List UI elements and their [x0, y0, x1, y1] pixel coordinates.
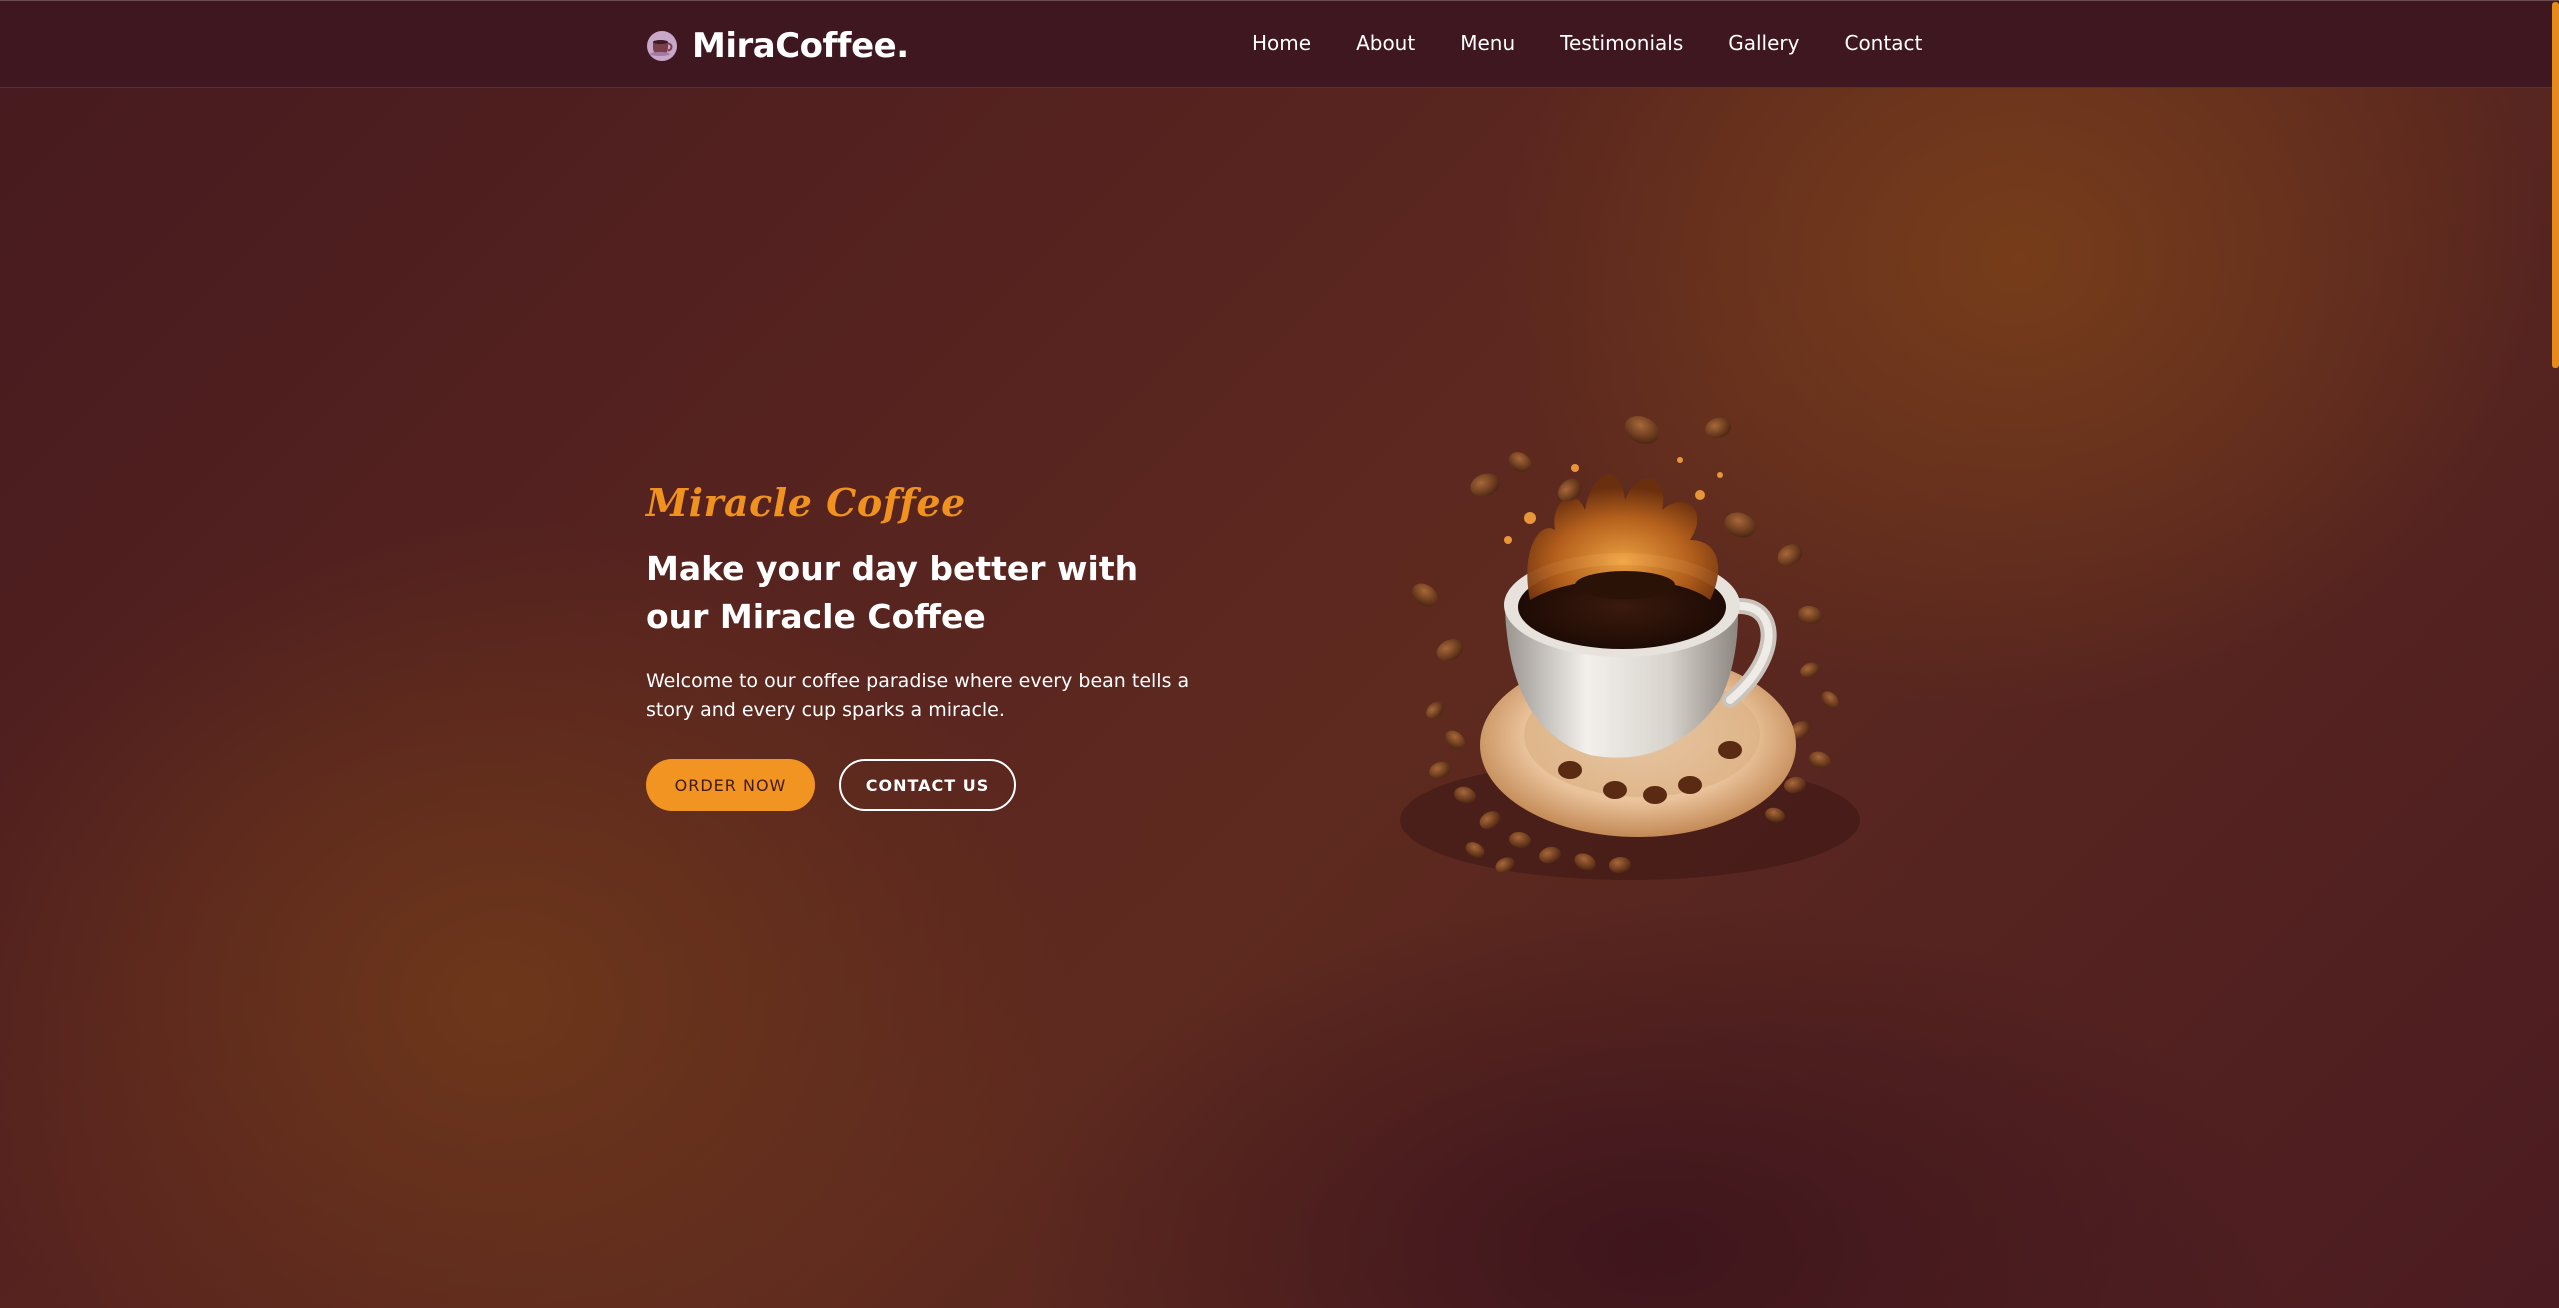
nav-link-menu[interactable]: Menu — [1460, 31, 1515, 55]
nav-link-gallery[interactable]: Gallery — [1728, 31, 1799, 55]
nav-item-contact: Contact — [1844, 31, 1922, 55]
hero-section: MiraCoffee. Home About Menu Testimonials… — [0, 0, 2559, 1308]
nav-link-about[interactable]: About — [1356, 31, 1415, 55]
nav-item-testimonials: Testimonials — [1560, 31, 1683, 55]
brand-name: MiraCoffee. — [692, 26, 909, 66]
nav-item-menu: Menu — [1460, 31, 1515, 55]
hero-content: Miracle Coffee Make your day better with… — [646, 480, 1206, 811]
brand-logo[interactable]: MiraCoffee. — [646, 23, 909, 69]
hero-tagline: Miracle Coffee — [646, 480, 966, 525]
hero-headline: Make your day better with our Miracle Co… — [646, 549, 1139, 636]
nav-item-about: About — [1356, 31, 1415, 55]
order-now-button[interactable]: Order Now — [646, 759, 815, 811]
nav-link-testimonials[interactable]: Testimonials — [1560, 31, 1683, 55]
coffee-splash-image — [1400, 415, 1860, 880]
contact-us-button[interactable]: Contact Us — [839, 759, 1016, 811]
scrollbar[interactable] — [2551, 0, 2559, 1308]
nav-link-home[interactable]: Home — [1252, 31, 1311, 55]
scrollbar-thumb[interactable] — [2552, 2, 2559, 368]
navbar: MiraCoffee. Home About Menu Testimonials… — [0, 0, 2559, 88]
nav-item-gallery: Gallery — [1728, 31, 1799, 55]
nav-link-contact[interactable]: Contact — [1844, 31, 1922, 55]
nav-menu: Home About Menu Testimonials Gallery Con… — [1252, 31, 1922, 55]
coffee-cup-icon — [647, 31, 677, 61]
nav-item-home: Home — [1252, 31, 1311, 55]
hero-description: Welcome to our coffee paradise where eve… — [646, 670, 1190, 721]
hero-buttons: Order Now Contact Us — [646, 759, 1206, 811]
